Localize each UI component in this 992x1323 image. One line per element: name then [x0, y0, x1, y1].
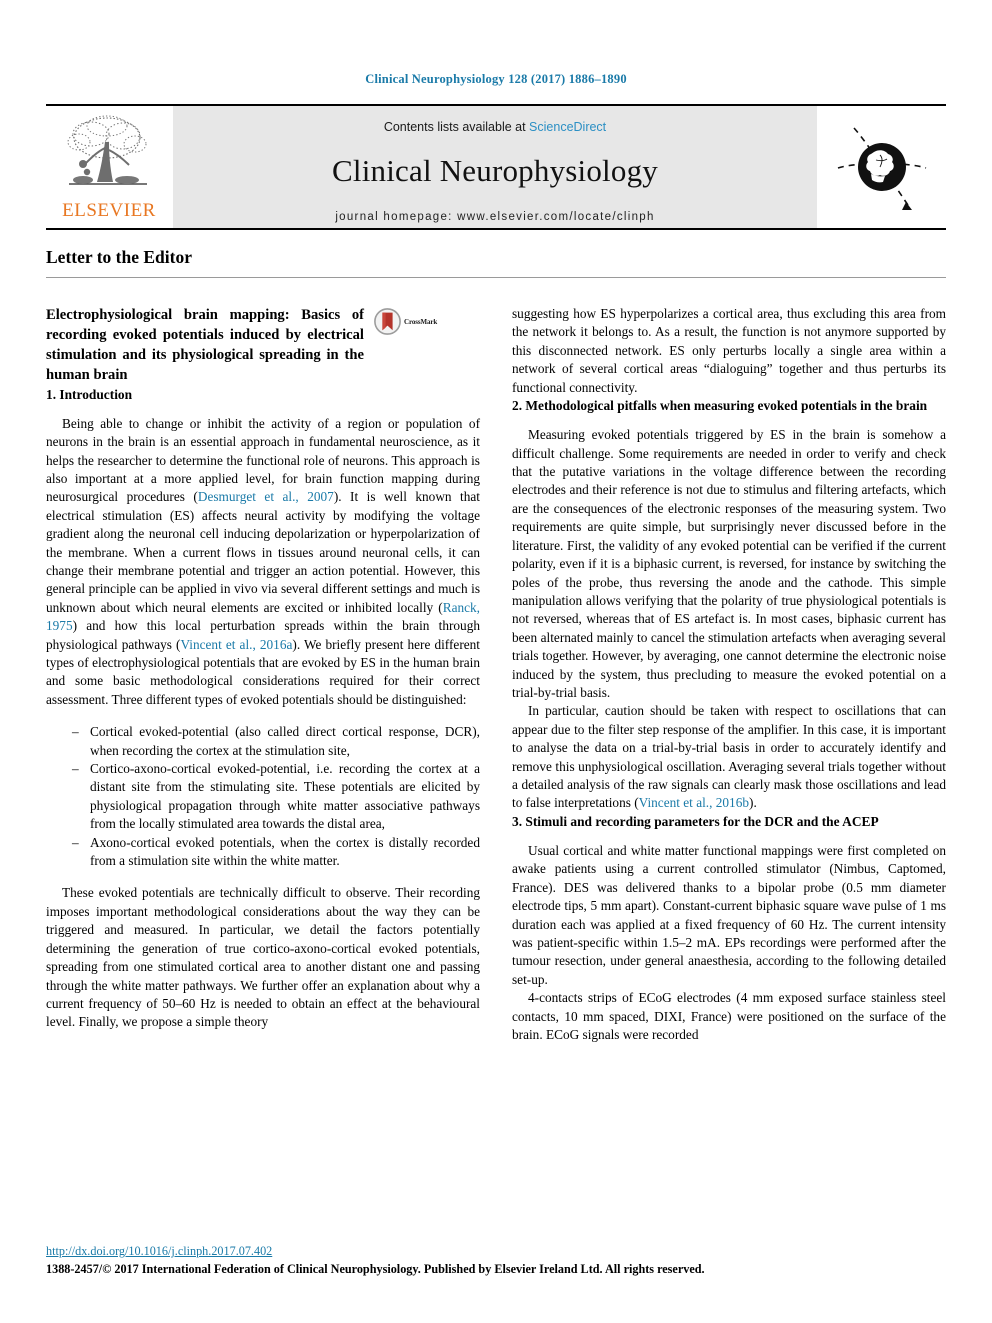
paragraph-measuring-evoked-potentials: Measuring evoked potentials triggered by…: [512, 427, 946, 700]
contents-prefix: Contents lists available at: [383, 120, 530, 134]
journal-page: Clinical Neurophysiology 128 (2017) 1886…: [0, 0, 992, 1323]
left-column: Electrophysiological brain mapping: Basi…: [46, 305, 480, 1044]
elsevier-wordmark: ELSEVIER: [62, 200, 156, 221]
citation-vincent-2016b[interactable]: Vincent et al., 2016b: [639, 795, 749, 810]
paragraph-introduction: Being able to change or inhibit the acti…: [46, 415, 480, 710]
journal-cover-logo: [818, 106, 946, 228]
intro-text-b: ). It is well known that electrical stim…: [46, 489, 480, 615]
right-column: suggesting how ES hyperpolarizes a corti…: [512, 305, 946, 1044]
crossmark-icon: [374, 308, 401, 335]
section-heading-methodological-pitfalls: 2. Methodological pitfalls when measurin…: [512, 398, 928, 414]
citation-desmurget[interactable]: Desmurget et al., 2007: [198, 489, 334, 504]
list-item: Cortico-axono-cortical evoked-potential,…: [72, 760, 480, 834]
section-heading-introduction: 1. Introduction: [46, 386, 133, 402]
paragraph-ecog-electrodes: 4-contacts strips of ECoG electrodes (4 …: [512, 990, 946, 1043]
paragraph-evoked-potentials-difficulty: These evoked potentials are technically …: [46, 885, 480, 1030]
evoked-potential-types-list: Cortical evoked-potential (also called d…: [46, 723, 480, 870]
page-footer: http://dx.doi.org/10.1016/j.clinph.2017.…: [46, 1243, 946, 1277]
oscillation-text-b: ).: [749, 795, 757, 811]
list-item: Cortical evoked-potential (also called d…: [72, 723, 480, 760]
brain-globe-icon: [837, 127, 927, 210]
article-type-heading: Letter to the Editor: [46, 247, 946, 278]
paragraph-continuation-top: suggesting how ES hyperpolarizes a corti…: [512, 306, 946, 395]
crossmark-badge[interactable]: CrossMark: [374, 308, 437, 335]
masthead-center: Contents lists available at ScienceDirec…: [172, 106, 818, 228]
list-item: Axono-cortical evoked potentials, when t…: [72, 834, 480, 871]
paragraph-oscillations-caution: In particular, caution should be taken w…: [512, 702, 946, 812]
journal-homepage-link[interactable]: journal homepage: www.elsevier.com/locat…: [335, 211, 654, 223]
elsevier-tree-icon: [67, 115, 147, 185]
citation-vincent-2016a[interactable]: Vincent et al., 2016a: [180, 637, 292, 652]
journal-masthead: ELSEVIER Contents lists available at Sci…: [46, 104, 946, 228]
section-heading-stimuli-recording: 3. Stimuli and recording parameters for …: [512, 813, 879, 829]
article-body: Electrophysiological brain mapping: Basi…: [46, 305, 946, 1044]
journal-title: Clinical Neurophysiology: [332, 153, 658, 188]
doi-link[interactable]: http://dx.doi.org/10.1016/j.clinph.2017.…: [46, 1243, 946, 1259]
sciencedirect-link[interactable]: ScienceDirect: [529, 120, 606, 134]
masthead-bottom-rule: [46, 228, 946, 230]
article-title: Electrophysiological brain mapping: Basi…: [46, 307, 364, 384]
title-row: Electrophysiological brain mapping: Basi…: [46, 305, 480, 386]
contents-lists-line: Contents lists available at ScienceDirec…: [384, 120, 606, 134]
running-head: Clinical Neurophysiology 128 (2017) 1886…: [365, 72, 627, 86]
paragraph-stimulator-setup: Usual cortical and white matter function…: [512, 843, 946, 987]
copyright-line: 1388-2457/© 2017 International Federatio…: [46, 1261, 705, 1276]
crossmark-label: CrossMark: [404, 317, 438, 326]
elsevier-logo: ELSEVIER: [46, 106, 172, 228]
